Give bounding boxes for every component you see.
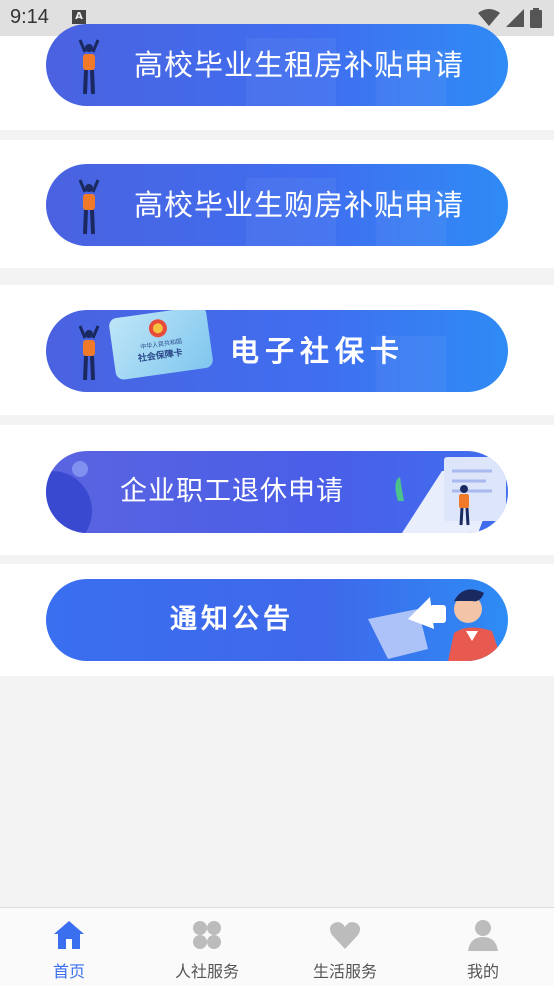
purchase-subsidy-banner[interactable]: 高校毕业生购房补贴申请 (46, 164, 508, 246)
tab-hr-services[interactable]: 人社服务 (138, 908, 276, 986)
tab-life-services-label: 生活服务 (312, 962, 377, 981)
status-icons (478, 8, 542, 28)
card-notice: 通知公告 (0, 564, 554, 676)
wifi-icon (478, 9, 500, 26)
bottom-tab-bar: 首页 人社服务 生活服务 我的 (0, 907, 554, 986)
card-retirement: 企业职工退休申请 (0, 425, 554, 555)
card-rent-subsidy: 高校毕业生租房补贴申请 (0, 24, 554, 130)
rent-subsidy-label: 高校毕业生租房补贴申请 (134, 48, 465, 82)
notification-icon: A (72, 10, 86, 24)
notice-banner[interactable]: 通知公告 (46, 579, 508, 661)
status-time: 9:14 (10, 6, 49, 28)
social-security-card-image: 中华人民共和国 社会保障卡 (108, 310, 214, 381)
tab-home[interactable]: 首页 (0, 908, 138, 986)
person-cheering-icon (78, 39, 100, 95)
grid-clover-icon (193, 921, 221, 949)
user-icon (468, 920, 498, 951)
tab-mine-label: 我的 (466, 962, 499, 981)
notice-label: 通知公告 (170, 604, 294, 635)
card-purchase-subsidy: 高校毕业生购房补贴申请 (0, 140, 554, 268)
tab-mine[interactable]: 我的 (414, 908, 552, 986)
tab-life-services[interactable]: 生活服务 (276, 908, 414, 986)
social-security-card-banner[interactable]: 中华人民共和国 社会保障卡 电子社保卡 (46, 310, 508, 392)
person-cheering-icon (78, 179, 100, 235)
tab-home-label: 首页 (52, 962, 85, 981)
document-person-icon (395, 457, 506, 533)
rent-subsidy-banner[interactable]: 高校毕业生租房补贴申请 (46, 24, 508, 106)
heart-icon (329, 922, 361, 949)
retirement-label: 企业职工退休申请 (120, 476, 344, 507)
decorative-circles-icon (46, 461, 92, 533)
retirement-application-banner[interactable]: 企业职工退休申请 (46, 451, 508, 533)
social-security-label: 电子社保卡 (230, 334, 406, 368)
emblem-icon (148, 319, 167, 338)
tab-hr-services-label: 人社服务 (174, 962, 239, 981)
battery-icon (530, 8, 542, 28)
card-social-security: 中华人民共和国 社会保障卡 电子社保卡 (0, 285, 554, 415)
megaphone-person-icon (368, 589, 502, 661)
signal-icon (506, 9, 524, 27)
purchase-subsidy-label: 高校毕业生购房补贴申请 (134, 188, 465, 222)
person-cheering-icon (78, 325, 100, 381)
home-icon (54, 921, 84, 949)
